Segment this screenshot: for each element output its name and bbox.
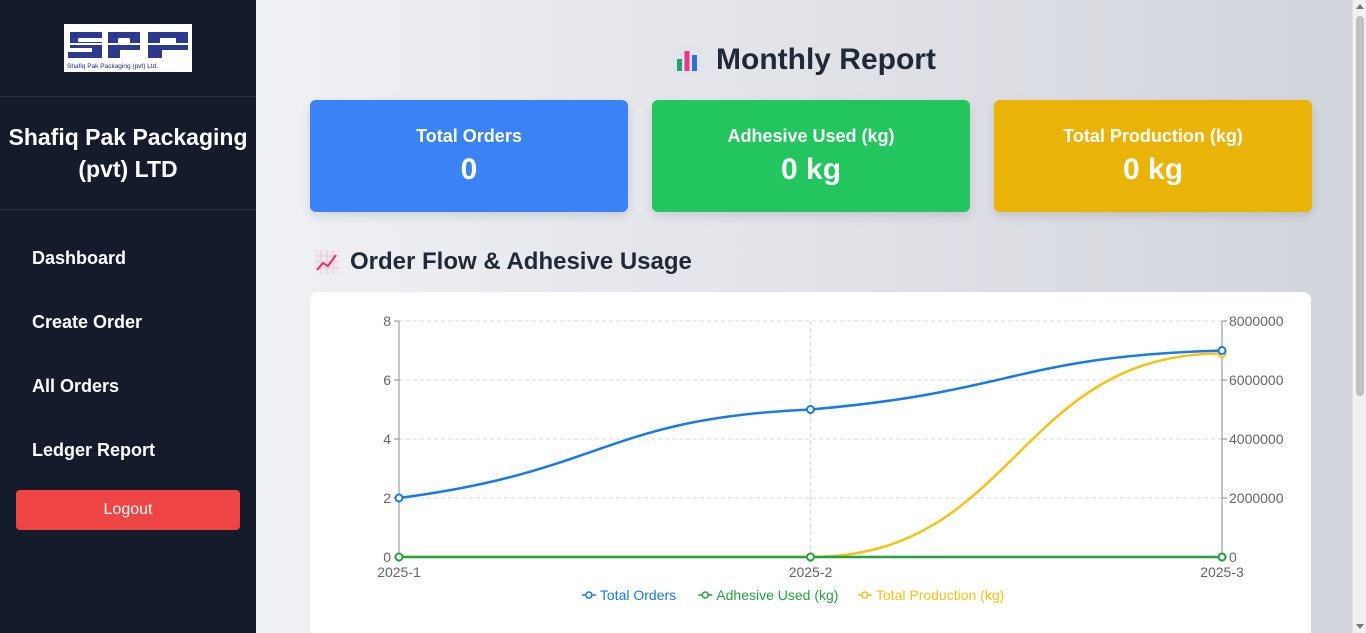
y-left-tick-label: 8: [383, 313, 391, 329]
series-point: [1217, 346, 1227, 355]
card-label: Adhesive Used (kg): [727, 125, 895, 146]
legend-marker: [861, 591, 869, 599]
logout-button[interactable]: Logout: [16, 490, 240, 530]
card-adhesive-used: Adhesive Used (kg) 0 kg: [652, 100, 970, 212]
card-value: 0 kg: [1122, 152, 1184, 186]
scroll-thumb[interactable]: [1356, 16, 1364, 396]
y-left-tick-label: 4: [383, 431, 391, 447]
series-point: [806, 552, 815, 562]
main-content: Monthly Report Total Orders 0 Adhesive U…: [256, 0, 1352, 633]
legend-marker: [585, 591, 593, 599]
y-right-tick-label: 2000000: [1229, 490, 1284, 506]
card-total-production: Total Production (kg) 0 kg: [994, 100, 1312, 212]
series-point: [394, 552, 404, 562]
scroll-up-icon[interactable]: [1356, 4, 1364, 9]
page-title: Monthly Report: [256, 40, 1352, 80]
page-title-text: Monthly Report: [716, 43, 936, 76]
y-right-tick-label: 4000000: [1229, 431, 1284, 447]
nav-create-order[interactable]: Create Order: [0, 290, 256, 354]
legend-label: Adhesive Used (kg): [716, 587, 838, 603]
section-title-text: Order Flow & Adhesive Usage: [350, 248, 692, 275]
y-left-tick-label: 0: [383, 549, 391, 565]
scroll-down-icon[interactable]: [1356, 624, 1364, 629]
chart-card: 0 2 4 6 8 0 2000000 4000000 6000000 8000000 2025-1…: [310, 292, 1311, 633]
y-left-tick-label: 2: [383, 490, 391, 506]
company-name: Shafiq Pak Packaging (pvt) LTD: [0, 97, 256, 210]
summary-cards: Total Orders 0 Adhesive Used (kg) 0 kg T…: [310, 100, 1312, 212]
series-point: [394, 493, 404, 503]
legend-marker: [701, 591, 710, 599]
series-point: [1217, 552, 1227, 562]
series-point: [806, 405, 815, 414]
company-logo[interactable]: Shafiq Pak Packaging (pvt) Ltd.: [64, 24, 192, 72]
x-tick-label: 2025-3: [1200, 564, 1244, 580]
section-title: Order Flow & Adhesive Usage: [314, 246, 692, 278]
x-tick-label: 2025-2: [789, 564, 833, 580]
scrollbar[interactable]: [1352, 0, 1366, 633]
logo-caption: Shafiq Pak Packaging (pvt) Ltd.: [67, 63, 159, 70]
logo-area: Shafiq Pak Packaging (pvt) Ltd.: [0, 0, 256, 97]
y-right-tick-label: 0: [1229, 549, 1237, 565]
nav-all-orders[interactable]: All Orders: [0, 354, 256, 418]
legend-label: Total Production (kg): [876, 587, 1004, 603]
card-label: Total Orders: [416, 125, 522, 146]
card-label: Total Production (kg): [1063, 125, 1243, 146]
bar-chart-icon: [673, 46, 701, 74]
line-chart: 0 2 4 6 8 0 2000000 4000000 6000000 8000000 2025-1…: [377, 313, 1284, 603]
y-right-tick-label: 6000000: [1229, 372, 1284, 388]
nav-dashboard[interactable]: Dashboard: [0, 226, 256, 290]
y-left-tick-label: 6: [383, 372, 391, 388]
card-value: 0 kg: [780, 152, 842, 186]
y-right-tick-label: 8000000: [1229, 313, 1284, 329]
nav-ledger-report[interactable]: Ledger Report: [0, 418, 256, 482]
legend-label: Total Orders: [600, 587, 676, 603]
x-tick-label: 2025-1: [377, 564, 421, 580]
card-value: 0: [460, 152, 478, 186]
sidebar: Shafiq Pak Packaging (pvt) Ltd. Shafiq P…: [0, 0, 256, 633]
sidebar-nav: Dashboard Create Order All Orders Ledger…: [0, 210, 256, 482]
card-total-orders: Total Orders 0: [310, 100, 628, 212]
line-chart-icon: [315, 250, 339, 274]
